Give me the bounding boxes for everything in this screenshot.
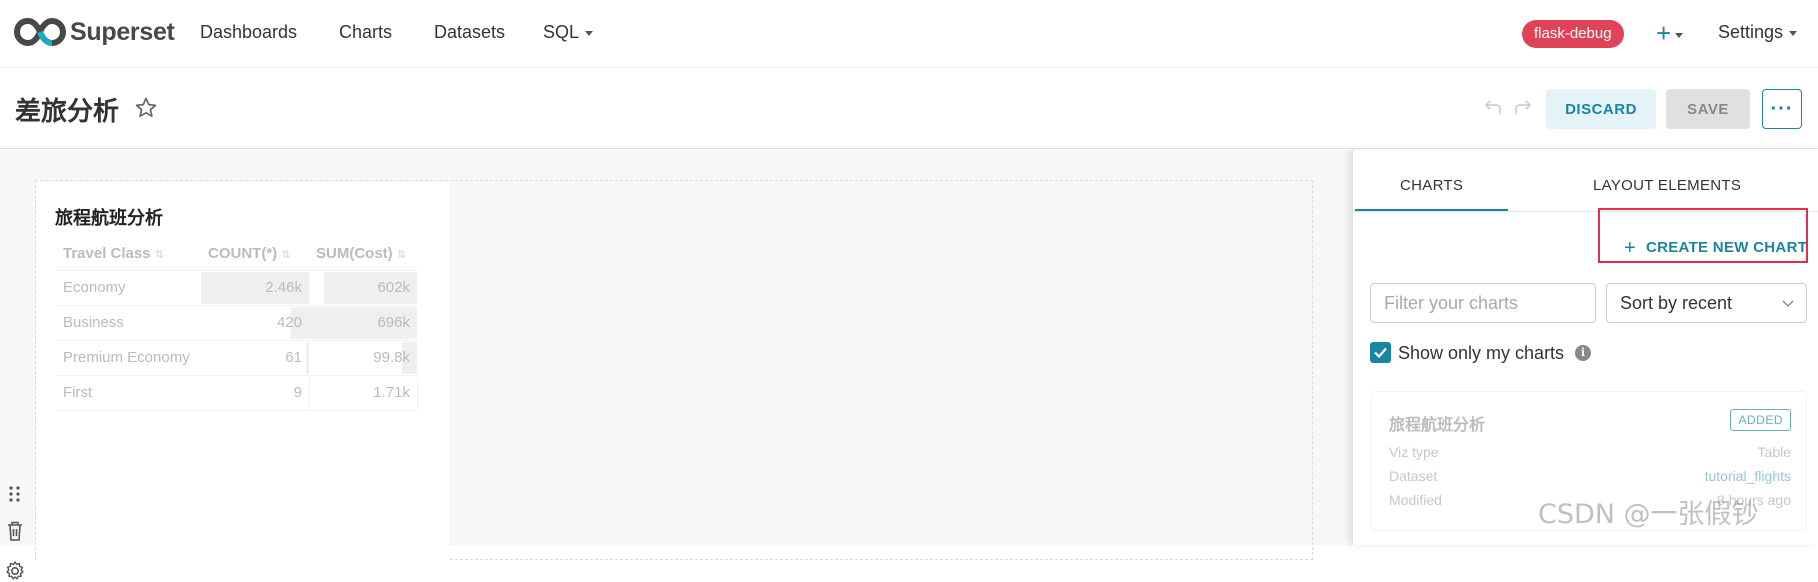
nav-sql-label: SQL xyxy=(543,22,579,42)
settings-menu[interactable]: Settings xyxy=(1718,22,1797,43)
table-cell: 602k xyxy=(309,270,417,305)
superset-logo[interactable]: Superset xyxy=(14,17,175,47)
dashboard-header: 差旅分析 DISCARD SAVE ··· xyxy=(0,69,1818,149)
show-only-my-charts-label[interactable]: Show only my charts xyxy=(1398,343,1564,364)
table-row: Business 420 696k xyxy=(56,305,417,340)
table-row: Economy 2.46k 602k xyxy=(56,270,417,305)
cell-value: Business xyxy=(63,314,124,331)
cell-value: 2.46k xyxy=(265,279,302,296)
drag-handle-icon[interactable] xyxy=(7,485,23,503)
meta-label: Viz type xyxy=(1389,444,1439,460)
watermark: CSDN @一张假钞 xyxy=(1538,492,1759,531)
top-navbar: Superset Dashboards Charts Datasets SQL … xyxy=(0,0,1818,68)
chevron-down-icon xyxy=(1782,297,1794,309)
cell-value: 99.8k xyxy=(373,349,410,366)
discard-button[interactable]: DISCARD xyxy=(1546,89,1656,129)
checkmark-icon xyxy=(1370,342,1391,363)
table-cell: 1.71k xyxy=(309,375,417,410)
meta-value: Table xyxy=(1758,444,1791,460)
chevron-down-icon xyxy=(585,31,593,36)
nav-dashboards[interactable]: Dashboards xyxy=(200,22,297,43)
cell-value: Premium Economy xyxy=(63,349,190,366)
plus-icon: + xyxy=(1656,18,1671,48)
trash-icon[interactable] xyxy=(5,520,25,542)
column-header-label: Travel Class xyxy=(63,245,151,262)
meta-row-dataset: Dataset tutorial_flights xyxy=(1389,468,1791,484)
superset-logo-icon xyxy=(14,17,66,47)
added-badge: ADDED xyxy=(1730,409,1791,431)
dataset-link[interactable]: tutorial_flights xyxy=(1705,468,1791,484)
table-cell: Premium Economy xyxy=(56,340,201,375)
sort-select[interactable]: Sort by recent xyxy=(1606,283,1807,323)
table-cell: 99.8k xyxy=(309,340,417,375)
column-header-label: SUM(Cost) xyxy=(316,245,393,262)
column-header-label: COUNT(*) xyxy=(208,245,277,262)
show-only-my-charts-checkbox[interactable] xyxy=(1370,342,1391,363)
nav-sql[interactable]: SQL xyxy=(543,22,593,43)
tab-charts[interactable]: CHARTS xyxy=(1400,177,1463,194)
table-cell: Business xyxy=(56,305,201,340)
table-cell: 9 xyxy=(201,375,309,410)
dashboard-canvas: 旅程航班分析 Travel Class ⇅ COUNT(*) ⇅ SUM(Cost)… xyxy=(0,150,1352,545)
cell-value: 420 xyxy=(277,314,302,331)
meta-row-viz-type: Viz type Table xyxy=(1389,444,1791,460)
redo-icon[interactable] xyxy=(1512,97,1532,117)
panel-tabs: CHARTS LAYOUT ELEMENTS xyxy=(1353,150,1818,212)
environment-badge: flask-debug xyxy=(1522,20,1624,48)
nav-datasets[interactable]: Datasets xyxy=(434,22,505,43)
create-new-chart-button[interactable]: + CREATE NEW CHART xyxy=(1624,237,1807,260)
info-icon[interactable]: i xyxy=(1575,345,1591,361)
chart-table: Travel Class ⇅ COUNT(*) ⇅ SUM(Cost) ⇅ Econo… xyxy=(56,238,417,411)
create-new-chart-label: CREATE NEW CHART xyxy=(1646,239,1807,256)
column-header[interactable]: SUM(Cost) ⇅ xyxy=(309,238,417,270)
chevron-down-icon xyxy=(1675,33,1683,38)
filter-charts-input[interactable] xyxy=(1370,283,1596,323)
settings-label: Settings xyxy=(1718,22,1783,42)
table-cell: 2.46k xyxy=(201,270,309,305)
table-row: Premium Economy 61 99.8k xyxy=(56,340,417,375)
chart-item-title: 旅程航班分析 xyxy=(1389,411,1485,435)
builder-side-panel: CHARTS LAYOUT ELEMENTS + CREATE NEW CHART… xyxy=(1352,150,1818,545)
table-cell: 61 xyxy=(201,340,309,375)
active-tab-indicator xyxy=(1355,209,1508,211)
column-header[interactable]: COUNT(*) ⇅ xyxy=(201,238,309,270)
cell-value: 1.71k xyxy=(373,384,410,401)
table-row: First 9 1.71k xyxy=(56,375,417,410)
chart-card[interactable]: 旅程航班分析 Travel Class ⇅ COUNT(*) ⇅ SUM(Cost)… xyxy=(36,181,449,561)
column-header[interactable]: Travel Class ⇅ xyxy=(56,238,201,270)
more-options-button[interactable]: ··· xyxy=(1762,89,1802,129)
chart-title: 旅程航班分析 xyxy=(55,204,163,230)
sort-icon: ⇅ xyxy=(397,249,406,261)
cell-value: First xyxy=(63,384,92,401)
cell-value: 9 xyxy=(294,384,302,401)
tab-layout-elements[interactable]: LAYOUT ELEMENTS xyxy=(1593,177,1741,194)
new-item-menu[interactable]: + xyxy=(1656,16,1683,50)
nav-charts[interactable]: Charts xyxy=(339,22,392,43)
sort-icon: ⇅ xyxy=(281,249,290,261)
save-button[interactable]: SAVE xyxy=(1666,89,1750,129)
table-cell: 420 xyxy=(201,305,309,340)
favorite-star-icon[interactable] xyxy=(134,96,158,120)
table-cell: First xyxy=(56,375,201,410)
sort-icon: ⇅ xyxy=(155,249,164,261)
cell-value: 602k xyxy=(377,279,410,296)
meta-label: Modified xyxy=(1389,492,1442,508)
sort-select-value: Sort by recent xyxy=(1620,293,1732,313)
cell-value: 696k xyxy=(377,314,410,331)
cell-value: 61 xyxy=(285,349,302,366)
undo-icon[interactable] xyxy=(1484,97,1504,117)
dashboard-title[interactable]: 差旅分析 xyxy=(15,91,119,128)
gear-icon[interactable] xyxy=(4,560,26,582)
table-cell: 696k xyxy=(309,305,417,340)
meta-label: Dataset xyxy=(1389,468,1437,484)
plus-icon: + xyxy=(1624,237,1636,259)
chevron-down-icon xyxy=(1789,31,1797,36)
table-cell: Economy xyxy=(56,270,201,305)
cell-value: Economy xyxy=(63,279,126,296)
brand-name: Superset xyxy=(70,18,175,47)
